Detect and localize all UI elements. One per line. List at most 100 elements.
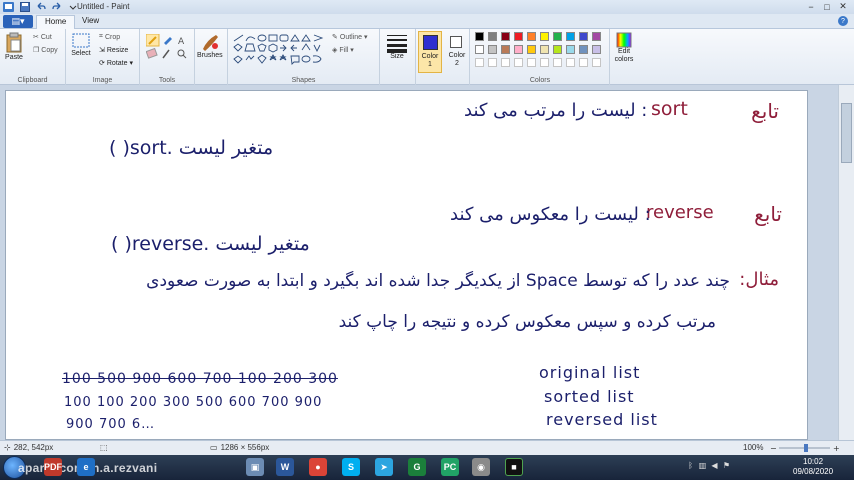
taskbar-chrome-app[interactable]: ●	[309, 458, 327, 476]
svg-text:−: −	[770, 444, 777, 452]
bluetooth-icon[interactable]: ᛒ	[686, 458, 695, 472]
edit-colors-button[interactable]: Edit colors	[610, 32, 638, 64]
example-text-line1: چند عدد را که توسط Space از یکدیگر جدا ش…	[146, 271, 730, 291]
save-icon[interactable]	[19, 2, 30, 12]
window-title: Untitled - Paint	[77, 2, 130, 11]
tab-home[interactable]: Home	[36, 15, 76, 29]
file-menu-button[interactable]: ▤▾	[3, 15, 33, 28]
tools-group: A Tools	[140, 29, 195, 85]
color-wheel-icon	[616, 32, 632, 48]
palette-custom-swatch[interactable]	[592, 58, 601, 67]
palette-color-swatch[interactable]	[566, 32, 575, 41]
palette-color-swatch[interactable]	[553, 45, 562, 54]
drawing-canvas[interactable]: تابع sort : لیست را مرتب می کند متغیر لی…	[5, 90, 808, 440]
resize-button[interactable]: ⇲ Resize	[99, 46, 128, 55]
brushes-button[interactable]: Brushes	[197, 32, 223, 59]
reversed-list-label: reversed list	[546, 410, 658, 429]
brushes-group: Brushes	[195, 29, 228, 85]
palette-custom-swatch[interactable]	[553, 58, 562, 67]
palette-custom-swatch[interactable]	[514, 58, 523, 67]
palette-custom-swatch[interactable]	[488, 58, 497, 67]
palette-custom-swatch[interactable]	[540, 58, 549, 67]
outline-button[interactable]: ✎ Outline ▾	[332, 33, 368, 41]
palette-color-swatch[interactable]	[501, 45, 510, 54]
clock-date: 09/08/2020	[793, 467, 834, 476]
palette-color-swatch[interactable]	[579, 32, 588, 41]
palette-color-swatch[interactable]	[579, 45, 588, 54]
palette-custom-swatch[interactable]	[475, 58, 484, 67]
minimize-button[interactable]: −	[804, 1, 818, 12]
title-bar: Untitled - Paint − □ ✕	[0, 0, 854, 14]
original-numbers: 100 500 900 600 700 100 200 300	[62, 371, 338, 387]
palette-custom-swatch[interactable]	[501, 58, 510, 67]
taskbar-telegram-app[interactable]: ➤	[375, 458, 393, 476]
maximize-button[interactable]: □	[820, 1, 834, 12]
palette-custom-swatch[interactable]	[579, 58, 588, 67]
size-button[interactable]: Size	[386, 33, 408, 60]
palette-custom-swatch[interactable]	[566, 58, 575, 67]
palette-color-swatch[interactable]	[501, 32, 510, 41]
taskbar-ie-app[interactable]: e	[77, 458, 95, 476]
palette-custom-swatch[interactable]	[527, 58, 536, 67]
palette-color-swatch[interactable]	[475, 45, 484, 54]
palette-color-swatch[interactable]	[592, 32, 601, 41]
taskbar-word-app[interactable]: W	[276, 458, 294, 476]
palette-color-swatch[interactable]	[527, 45, 536, 54]
undo-icon[interactable]	[35, 2, 46, 12]
cut-button[interactable]: ✂ Cut	[33, 33, 52, 42]
palette-color-swatch[interactable]	[592, 45, 601, 54]
help-icon[interactable]: ?	[838, 16, 848, 26]
palette-color-swatch[interactable]	[540, 45, 549, 54]
palette-color-swatch[interactable]	[488, 32, 497, 41]
taskbar-clock[interactable]: 10:02 09/08/2020	[793, 457, 833, 477]
reversed-numbers: 900 700 6…	[66, 417, 156, 432]
color2-button[interactable]: Color 2	[445, 31, 469, 73]
color1-button[interactable]: Color 1	[418, 31, 442, 73]
palette-color-swatch[interactable]	[514, 32, 523, 41]
palette-color-swatch[interactable]	[553, 32, 562, 41]
palette-color-swatch[interactable]	[540, 32, 549, 41]
sorted-numbers: 100 100 200 300 500 600 700 900	[64, 395, 323, 410]
taskbar-pycharm-app[interactable]: PC	[441, 458, 459, 476]
copy-button[interactable]: ❐ Copy	[33, 46, 58, 55]
select-button[interactable]: Select	[71, 32, 91, 57]
taskbar-skype-app[interactable]: S	[342, 458, 360, 476]
taskbar-app[interactable]: ▣	[246, 458, 264, 476]
redo-icon[interactable]	[51, 2, 62, 12]
zoom-slider[interactable]: − +	[770, 444, 840, 452]
canvas-workspace: تابع sort : لیست را مرتب می کند متغیر لی…	[0, 85, 854, 440]
clock-time: 10:02	[803, 457, 824, 466]
crop-button[interactable]: ⌗ Crop	[99, 33, 120, 41]
taskbar-terminal-app[interactable]: ■	[505, 458, 523, 476]
colors-group-label: Colors	[529, 77, 551, 84]
example-text-line2: مرتب کرده و سپس معکوس کرده و نتیجه را چا…	[338, 312, 716, 332]
colors-group: Edit colors Colors	[470, 29, 633, 85]
tab-view[interactable]: View	[74, 15, 107, 29]
brushes-label: Brushes	[197, 52, 223, 59]
color1-swatch	[423, 35, 438, 50]
taskbar-camtasia-app[interactable]: G	[408, 458, 426, 476]
sort-title-fa: تابع	[751, 99, 779, 123]
rotate-label: Rotate ▾	[106, 60, 133, 67]
close-button[interactable]: ✕	[836, 1, 850, 12]
flag-icon[interactable]: ⚑	[722, 458, 731, 472]
taskbar-paint-app[interactable]: ◉	[472, 458, 490, 476]
vertical-scrollbar[interactable]	[838, 85, 854, 440]
palette-color-swatch[interactable]	[527, 32, 536, 41]
palette-color-swatch[interactable]	[566, 45, 575, 54]
palette-color-swatch[interactable]	[488, 45, 497, 54]
scrollbar-thumb[interactable]	[841, 103, 852, 163]
paste-button[interactable]: Paste	[5, 32, 23, 61]
taskbar-pdf-app[interactable]: PDF	[44, 458, 62, 476]
rotate-button[interactable]: ⟳ Rotate ▾	[99, 59, 133, 67]
volume-icon[interactable]: ◀	[710, 458, 719, 472]
sorted-list-label: sorted list	[544, 387, 635, 406]
shapes-gallery[interactable]	[233, 33, 329, 69]
system-tray: ᛒ ▥ ◀ ⚑	[686, 458, 731, 472]
palette-color-swatch[interactable]	[475, 32, 484, 41]
color2-label: Color 2	[448, 52, 466, 67]
network-icon[interactable]: ▥	[698, 458, 707, 472]
size-group: Size	[380, 29, 416, 85]
palette-color-swatch[interactable]	[514, 45, 523, 54]
fill-button[interactable]: ◈ Fill ▾	[332, 46, 354, 54]
